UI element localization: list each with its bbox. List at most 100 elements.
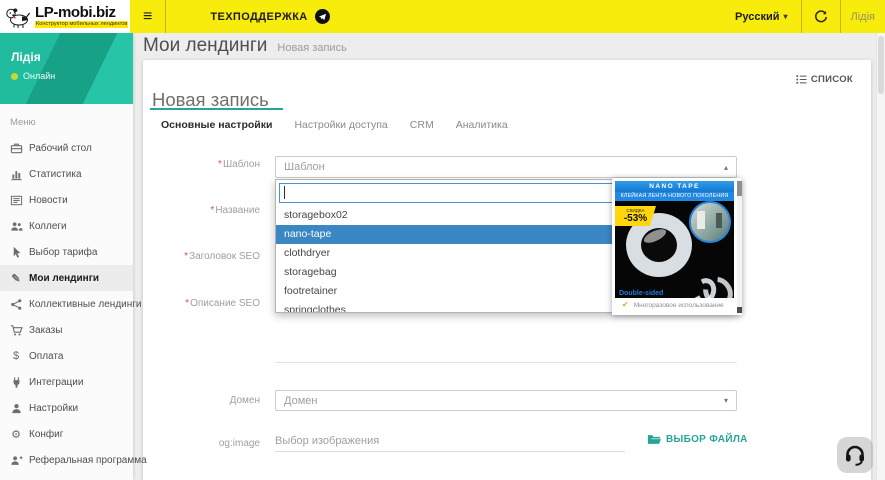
preview-scrollbar[interactable] — [737, 180, 742, 313]
sidebar-item-label: Интеграции — [29, 377, 83, 388]
sidebar-item-faq[interactable]: ? FAQ — [0, 473, 133, 480]
briefcase-icon — [9, 142, 23, 155]
sidebar-item-settings[interactable]: Настройки — [0, 395, 133, 421]
status-label: Онлайн — [23, 71, 55, 81]
sidebar-item-referral[interactable]: Реферальная программа — [0, 447, 133, 473]
topbar-divider — [165, 0, 166, 33]
sidebar-item-label: Статистика — [29, 169, 82, 180]
logo-subtitle: Конструктор мобильных лендингов — [35, 21, 128, 29]
sidebar-item-dashboard[interactable]: Рабочий стол — [0, 135, 133, 161]
users-icon — [9, 220, 23, 233]
cart-icon — [9, 324, 23, 337]
check-icon: ✔ — [622, 301, 629, 309]
share-icon — [9, 298, 23, 311]
sidebar-item-label: Заказы — [29, 325, 62, 336]
required-marker: * — [184, 251, 188, 262]
list-icon — [796, 74, 807, 85]
preview-feature-text: Многоразовое использование — [634, 302, 724, 309]
preview-image-caption: Double-sided — [619, 290, 663, 297]
sidebar-toggle-button[interactable]: ≡ — [130, 0, 165, 33]
tab-crm[interactable]: CRM — [399, 108, 445, 138]
domain-select[interactable]: Домен ▾ — [275, 390, 737, 411]
caret-down-icon: ▾ — [724, 396, 728, 405]
discount-badge: СКИДКА -53% — [615, 206, 656, 226]
required-marker: * — [210, 205, 214, 216]
sidebar-item-orders[interactable]: Заказы — [0, 317, 133, 343]
chevron-down-icon: ▾ — [784, 12, 788, 21]
telegram-icon — [315, 9, 330, 24]
sidebar-item-label: Настройки — [29, 403, 78, 414]
tab-bar: Основные настройки Настройки доступа CRM… — [150, 108, 519, 138]
sidebar-item-my-landings[interactable]: ✎ Мои лендинги — [0, 265, 133, 291]
discount-badge-value: -53% — [615, 214, 656, 224]
sidebar-item-label: Мои лендинги — [29, 273, 99, 284]
seo-description-field-label: *Описание SEO — [150, 298, 260, 309]
support-label: ТЕХПОДДЕРЖКА — [210, 11, 307, 23]
pencil-icon: ✎ — [9, 272, 23, 285]
sidebar-item-label: Коллективные лендинги — [29, 299, 142, 310]
breadcrumb: Мои лендинги Новая запись — [143, 35, 347, 57]
sidebar-item-statistics[interactable]: Статистика — [0, 161, 133, 187]
sidebar-item-label: Выбор тарифа — [29, 247, 97, 258]
preview-scrollbar-button[interactable] — [737, 307, 742, 313]
sidebar-item-label: Оплата — [29, 351, 63, 362]
online-status-dot — [11, 73, 18, 80]
sidebar-item-config[interactable]: ⚙ Конфиг — [0, 421, 133, 447]
seo-description-underline — [275, 362, 737, 363]
page-title: Мои лендинги — [143, 35, 267, 57]
page-scrollbar-thumb[interactable] — [878, 36, 884, 94]
app-logo[interactable]: LP-mobi.biz Конструктор мобильных лендин… — [0, 0, 130, 33]
sidebar-user-panel: Лідія Онлайн — [0, 33, 133, 104]
language-selector[interactable]: Русский ▾ — [722, 11, 800, 23]
tab-main-settings[interactable]: Основные настройки — [150, 108, 283, 138]
support-link[interactable]: ТЕХПОДДЕРЖКА — [210, 9, 329, 24]
og-image-input[interactable] — [275, 430, 625, 452]
domain-select-value: Домен — [284, 395, 317, 407]
seo-title-field-label: *Заголовок SEO — [150, 251, 260, 262]
preview-product-subtitle: КЛЕЙКАЯ ЛЕНТА НОВОГО ПОКОЛЕНИЯ — [615, 192, 734, 201]
menu-section-label: Меню — [0, 104, 133, 135]
list-button[interactable]: СПИСОК — [790, 73, 859, 86]
sidebar-item-label: Конфиг — [29, 429, 63, 440]
tab-access-settings[interactable]: Настройки доступа — [283, 108, 398, 138]
sidebar: Лідія Онлайн Меню Рабочий стол Статистик… — [0, 33, 133, 480]
required-marker: * — [185, 298, 189, 309]
sidebar-item-collective-landings[interactable]: Коллективные лендинги — [0, 291, 133, 317]
support-chat-button[interactable] — [837, 437, 873, 473]
user-plus-icon — [9, 454, 23, 467]
sidebar-item-news[interactable]: Новости — [0, 187, 133, 213]
refresh-icon — [814, 10, 828, 24]
sidebar-item-payment[interactable]: $ Оплата — [0, 343, 133, 369]
preview-scrollbar-thumb[interactable] — [737, 181, 742, 196]
sidebar-item-label: Рабочий стол — [29, 143, 92, 154]
domain-field-label: Домен — [150, 395, 260, 406]
caret-up-icon: ▴ — [724, 163, 728, 172]
list-button-label: СПИСОК — [811, 74, 853, 85]
template-select-value: Шаблон — [284, 161, 325, 173]
sidebar-item-colleagues[interactable]: Коллеги — [0, 213, 133, 239]
dog-logo-icon — [5, 6, 31, 28]
sidebar-item-label: Новости — [29, 195, 68, 206]
sidebar-item-label: Коллеги — [29, 221, 67, 232]
bar-chart-icon — [9, 168, 23, 181]
template-select[interactable]: Шаблон ▴ — [275, 156, 737, 178]
topbar-right: Русский ▾ Лідія — [722, 0, 885, 33]
tab-analytics[interactable]: Аналитика — [445, 108, 519, 138]
folder-icon — [647, 434, 661, 445]
hand-pointer-icon — [9, 246, 23, 259]
sidebar-item-tariff[interactable]: Выбор тарифа — [0, 239, 133, 265]
dollar-icon: $ — [9, 350, 23, 362]
sidebar-item-integrations[interactable]: Интеграции — [0, 369, 133, 395]
required-marker: * — [218, 159, 222, 170]
breadcrumb-current: Новая запись — [277, 42, 346, 54]
user-icon — [9, 402, 23, 415]
page-scrollbar[interactable] — [876, 33, 885, 480]
choose-file-label: ВЫБОР ФАЙЛА — [666, 434, 748, 445]
gears-icon: ⚙ — [9, 428, 23, 441]
topbar-username[interactable]: Лідія — [841, 11, 885, 23]
refresh-button[interactable] — [802, 0, 840, 33]
headset-icon — [843, 443, 867, 467]
preview-inset-photo — [689, 201, 731, 243]
choose-file-button[interactable]: ВЫБОР ФАЙЛА — [647, 434, 748, 445]
text-cursor — [284, 186, 285, 199]
